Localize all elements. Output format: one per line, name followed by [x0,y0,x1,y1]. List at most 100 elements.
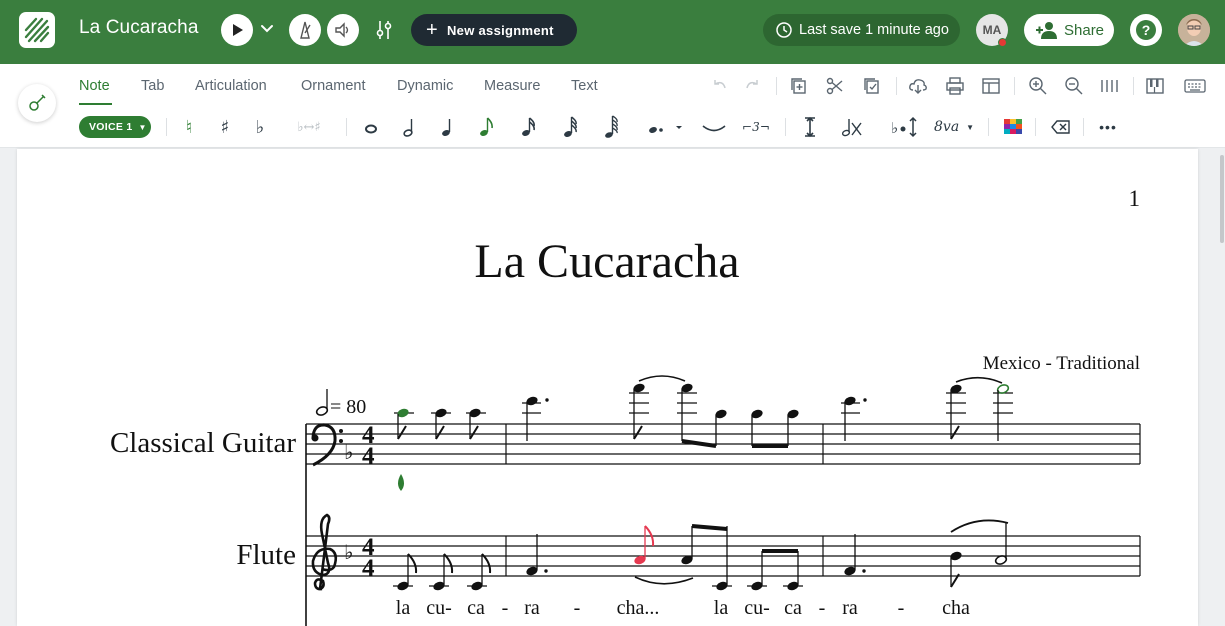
vertical-scrollbar[interactable] [1220,155,1224,243]
notification-dot [998,38,1007,47]
lyrics-line[interactable]: la cu- ca - ra - cha... la cu- ca - ra -… [396,597,970,619]
share-label: Share [1064,21,1105,39]
play-button[interactable] [221,14,253,46]
toolbar-divider [776,77,777,95]
flat-icon[interactable]: ♭ [249,115,271,139]
copy-icon[interactable] [789,76,809,96]
transpose-icon[interactable]: ♭ [890,115,920,139]
sharp-icon[interactable]: ♯ [214,115,236,139]
document-title[interactable]: La Cucaracha [79,17,199,39]
lyric-syllable[interactable]: la [396,597,411,619]
flute-measure-1[interactable] [393,553,492,592]
lyric-syllable[interactable]: ra [842,597,858,619]
lyric-syllable[interactable]: cha... [617,597,660,619]
toolbar-divider [1035,118,1036,136]
chevron-down-icon[interactable] [259,21,275,37]
new-assignment-button[interactable]: + New assignment [411,14,577,46]
last-save-status[interactable]: Last save 1 minute ago [763,14,960,46]
sixty-fourth-note-icon[interactable] [601,115,623,139]
toolbar-divider [166,118,167,136]
piano-icon[interactable] [1145,76,1165,96]
help-button[interactable]: ? [1130,14,1162,46]
toolbar-divider [988,118,989,136]
tab-articulation[interactable]: Articulation [195,78,267,94]
thirty-second-note-icon[interactable] [560,115,582,139]
guitar-icon [29,94,46,111]
new-assignment-label: New assignment [446,22,554,38]
natural-icon[interactable]: ♮ [178,115,200,139]
guitar-staff [306,423,1141,465]
octave-icon[interactable]: 8va ▼ [934,115,978,139]
bass-clef[interactable] [311,423,344,467]
cloud-download-icon[interactable] [908,76,928,96]
dot-icon[interactable] [644,115,684,139]
bar-view-icon[interactable] [1099,76,1119,96]
toolbar-divider [1014,77,1015,95]
lyric-syllable[interactable]: ra [524,597,540,619]
score-canvas[interactable]: 1 La Cucaracha Mexico - Traditional Clas… [17,149,1198,626]
lyric-syllable[interactable]: ca [467,597,485,619]
tab-dynamic[interactable]: Dynamic [397,78,453,94]
zoom-in-icon[interactable] [1028,76,1048,96]
half-note-icon[interactable] [399,115,421,139]
guitar-measure-2[interactable] [522,375,800,448]
lyric-hyphen: - [819,597,826,619]
input-cursor-marker[interactable] [398,474,404,491]
tab-note[interactable]: Note [79,78,110,94]
color-icon[interactable] [1002,115,1024,139]
tie-icon[interactable] [700,115,728,139]
mixer-icon[interactable] [373,18,395,42]
eighth-note-icon[interactable] [476,115,498,139]
key-signature-flat: ♭ [344,540,353,564]
lyric-syllable[interactable]: cu- [744,597,770,619]
undo-icon[interactable] [709,76,729,96]
lyric-syllable[interactable]: cu- [426,597,452,619]
score-title[interactable]: La Cucaracha [474,235,739,288]
toolbar-divider [785,118,786,136]
instrument-name-guitar[interactable]: Classical Guitar [110,427,296,459]
cut-icon[interactable] [825,76,845,96]
lyric-syllable[interactable]: cha [942,597,970,619]
redo-icon[interactable] [743,76,763,96]
speaker-icon [335,22,349,38]
zoom-out-icon[interactable] [1064,76,1084,96]
guitar-measure-3[interactable] [841,376,1013,441]
history-icon [776,22,792,38]
tab-measure[interactable]: Measure [484,78,540,94]
enharmonic-icon[interactable]: ♭↔♯ [290,115,328,139]
whole-note-icon[interactable] [360,115,382,139]
tempo-marking[interactable]: = 80 [315,389,367,418]
tab-text[interactable]: Text [571,78,598,94]
toolbar-divider [1133,77,1134,95]
lyric-syllable[interactable]: la [714,597,729,619]
lyric-syllable[interactable]: ca [784,597,802,619]
app-logo[interactable] [19,12,55,48]
tab-tab[interactable]: Tab [141,78,164,94]
layout-icon[interactable] [981,76,1001,96]
tab-ornament[interactable]: Ornament [301,78,365,94]
cross-note-icon[interactable] [838,115,864,139]
instrument-button[interactable] [18,84,56,122]
share-button[interactable]: Share [1024,14,1114,46]
more-icon[interactable]: ••• [1097,115,1119,139]
stem-icon[interactable] [799,115,821,139]
user-avatar[interactable] [1178,14,1210,46]
page-number: 1 [1129,186,1141,211]
keyboard-icon[interactable] [1184,76,1206,96]
sound-button[interactable] [327,14,359,46]
flute-measure-3[interactable] [843,519,1009,588]
quarter-note-icon[interactable] [437,115,459,139]
lyric-hyphen: - [898,597,905,619]
time-sig-bottom: 4 [362,443,375,470]
sixteenth-note-icon[interactable] [518,115,540,139]
instrument-name-flute[interactable]: Flute [236,539,296,571]
paste-icon[interactable] [862,76,882,96]
plus-icon: + [426,19,438,41]
voice-selector[interactable]: VOICE 1 ▼ [79,116,151,138]
delete-icon[interactable] [1050,115,1072,139]
print-icon[interactable] [945,76,965,96]
treble-clef[interactable] [311,513,338,591]
tuplet-icon[interactable]: ⌐ 3 ¬ [741,115,771,139]
composer-text[interactable]: Mexico - Traditional [983,353,1140,374]
metronome-button[interactable] [289,14,321,46]
